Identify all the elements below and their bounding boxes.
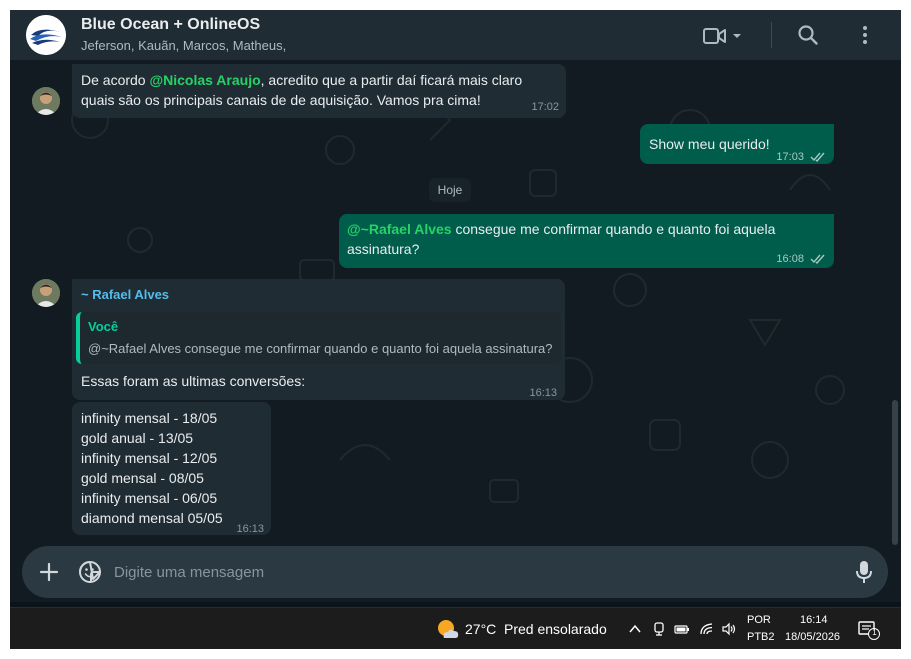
sticker-button[interactable] — [78, 560, 102, 584]
mention-link[interactable]: @~Rafael Alves — [347, 221, 452, 237]
message-time: 17:03 — [776, 151, 804, 163]
clock-time[interactable]: 16:14 — [800, 614, 828, 626]
chat-scrollbar[interactable] — [892, 400, 898, 545]
notification-badge: 1 — [872, 628, 877, 637]
group-avatar[interactable] — [26, 15, 66, 55]
message-line: infinity mensal - 06/05 — [81, 490, 218, 506]
day-divider: Hoje — [429, 178, 471, 202]
mention-link[interactable]: @Nicolas Araujo — [149, 72, 260, 88]
weather-description[interactable]: Pred ensolarado — [504, 621, 607, 637]
message-composer — [10, 546, 901, 602]
message-line: diamond mensal 05/05 — [81, 510, 223, 526]
message-text: quais são os principais canais de de aqu… — [81, 92, 481, 108]
chat-area[interactable]: De acordo @Nicolas Araujo, acredito que … — [10, 60, 901, 546]
double-check-icon — [810, 152, 825, 162]
tray-volume[interactable] — [721, 621, 737, 637]
battery-icon — [674, 625, 689, 634]
video-call-button[interactable] — [703, 24, 747, 48]
keyboard-layout[interactable]: PTB2 — [747, 631, 775, 643]
input-language[interactable]: POR — [747, 614, 771, 626]
chat-header[interactable]: Blue Ocean + OnlineOS Jeferson, Kauãn, M… — [10, 10, 901, 60]
partly-sunny-icon — [438, 620, 459, 638]
voice-message-button[interactable] — [854, 559, 874, 585]
sticker-icon — [79, 561, 102, 583]
video-camera-icon — [703, 28, 741, 44]
message-line: infinity mensal - 18/05 — [81, 410, 218, 426]
message-time: 16:13 — [236, 523, 264, 535]
whatsapp-window: Blue Ocean + OnlineOS Jeferson, Kauãn, M… — [10, 10, 901, 649]
tray-meet-now[interactable] — [651, 621, 667, 637]
message-text: assinatura? — [347, 241, 420, 257]
chevron-up-icon — [629, 624, 641, 633]
message-input[interactable] — [114, 560, 814, 584]
message-text-line: @~Rafael Alves consegue me confirmar qua… — [347, 219, 775, 239]
message-text: , acredito que a partir daí ficará mais … — [260, 72, 523, 88]
incoming-message[interactable]: ~ Rafael Alves Você @~Rafael Alves conse… — [72, 279, 565, 400]
windows-taskbar: 27°C Pred ensolarado POR PTB2 16:14 18/0… — [10, 607, 901, 649]
sender-avatar[interactable] — [32, 279, 60, 307]
search-icon — [798, 25, 818, 45]
incoming-message[interactable]: De acordo @Nicolas Araujo, acredito que … — [72, 64, 566, 118]
weather-temperature[interactable]: 27°C — [465, 621, 496, 637]
tray-network[interactable] — [699, 621, 715, 637]
message-text: consegue me confirmar quando e quanto fo… — [451, 221, 776, 237]
notification-center-button[interactable]: 1 — [858, 620, 880, 640]
message-time: 17:02 — [531, 101, 559, 113]
message-time: 16:13 — [529, 387, 557, 399]
composer-box[interactable] — [22, 546, 888, 598]
message-line: gold anual - 13/05 — [81, 430, 194, 446]
sender-avatar[interactable] — [32, 87, 60, 115]
message-text: De acordo — [81, 72, 150, 88]
attach-button[interactable] — [38, 561, 60, 583]
clock-date[interactable]: 18/05/2026 — [785, 631, 840, 643]
more-vertical-icon — [863, 26, 867, 44]
speaker-icon — [722, 622, 736, 636]
message-text: Show meu querido! — [649, 136, 770, 152]
header-divider — [771, 22, 772, 48]
webcam-icon — [654, 622, 664, 636]
menu-button[interactable] — [856, 24, 874, 46]
tray-battery[interactable] — [674, 621, 690, 637]
message-text: Essas foram as ultimas conversões: — [81, 373, 306, 389]
sender-name[interactable]: ~ Rafael Alves — [81, 285, 169, 305]
weather-widget[interactable] — [436, 618, 460, 640]
quoted-message[interactable]: Você @~Rafael Alves consegue me confirma… — [76, 312, 561, 364]
quote-author: Você — [88, 319, 119, 334]
group-name[interactable]: Blue Ocean + OnlineOS — [81, 16, 260, 34]
person-photo-icon — [32, 87, 60, 115]
message-lines: infinity mensal - 18/05 gold anual - 13/… — [81, 408, 223, 528]
message-text-line: De acordo @Nicolas Araujo, acredito que … — [81, 70, 522, 90]
search-button[interactable] — [797, 24, 819, 46]
plus-icon — [39, 562, 59, 582]
incoming-message[interactable]: infinity mensal - 18/05 gold anual - 13/… — [72, 402, 271, 535]
person-photo-icon — [32, 279, 60, 307]
message-line: infinity mensal - 12/05 — [81, 450, 218, 466]
tray-overflow-button[interactable] — [627, 621, 643, 637]
day-divider-label: Hoje — [437, 183, 463, 197]
outgoing-message[interactable]: Show meu querido! 17:03 — [640, 124, 834, 164]
outgoing-message[interactable]: @~Rafael Alves consegue me confirmar qua… — [339, 214, 834, 268]
quote-text: @~Rafael Alves consegue me confirmar qua… — [88, 341, 553, 356]
group-members[interactable]: Jeferson, Kauãn, Marcos, Matheus, — [81, 38, 286, 53]
message-meta: 16:08 — [776, 249, 826, 269]
microphone-icon — [856, 561, 872, 583]
message-line: gold mensal - 08/05 — [81, 470, 204, 486]
wifi-icon — [700, 623, 713, 635]
message-meta: 17:03 — [776, 147, 826, 167]
message-time: 16:08 — [776, 253, 804, 265]
double-check-icon — [810, 254, 825, 264]
